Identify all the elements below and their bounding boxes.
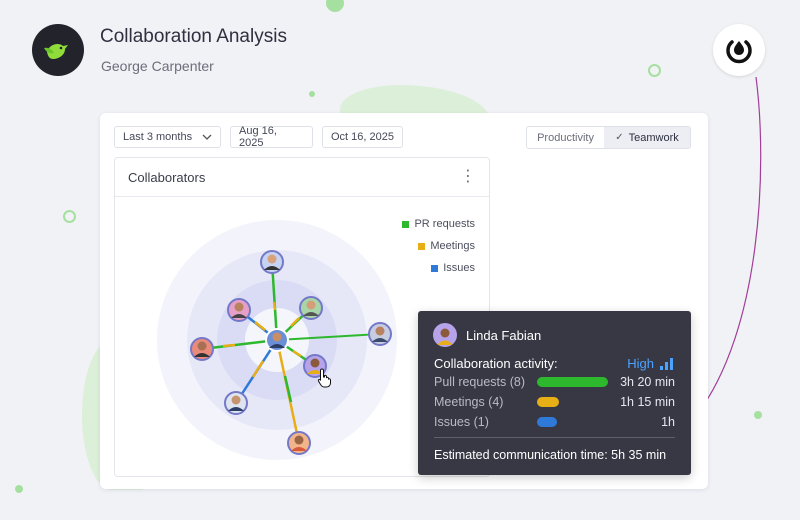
avatar-lower-left — [224, 391, 248, 415]
activity-heading: Collaboration activity: — [434, 356, 558, 371]
tab-teamwork-label: Teamwork — [628, 131, 679, 144]
collaborator-tooltip: Linda Fabian Collaboration activity: Hig… — [418, 311, 691, 475]
app-logo — [32, 24, 84, 76]
signal-bars-icon — [660, 357, 673, 370]
activity-bar — [537, 397, 559, 407]
date-range-dropdown[interactable]: Last 3 months — [114, 126, 221, 148]
end-date-field[interactable]: Oct 16, 2025 — [322, 126, 403, 148]
tab-productivity[interactable]: Productivity — [527, 127, 604, 148]
legend-label: Meetings — [430, 240, 475, 252]
activity-label: Meetings (4) — [434, 395, 504, 409]
activity-row: Pull requests (8) 3h 20 min — [434, 375, 675, 391]
drop-ring-icon — [726, 40, 752, 64]
check-icon: ✓ — [615, 132, 624, 143]
legend-swatch — [418, 242, 426, 250]
decor-dot — [15, 485, 23, 493]
avatar-bottom — [287, 431, 311, 455]
activity-value: 3h 20 min — [620, 375, 675, 389]
activity-level-label: High — [627, 356, 654, 371]
view-toggle: Productivity ✓ Teamwork — [526, 126, 691, 149]
decor-dot — [326, 0, 344, 12]
graph-legend: PR requests Meetings Issues — [402, 213, 475, 279]
activity-bar — [537, 417, 557, 427]
avatar-upper-right — [299, 296, 323, 320]
decor-dot — [754, 411, 762, 419]
legend-label: Issues — [443, 262, 475, 274]
page-title: Collaboration Analysis — [100, 26, 287, 47]
avatar-center — [265, 328, 289, 352]
date-range-value: Last 3 months — [123, 131, 193, 143]
activity-label: Pull requests (8) — [434, 375, 526, 389]
chevron-down-icon — [202, 134, 212, 140]
end-date-value: Oct 16, 2025 — [331, 131, 394, 143]
avatar-right — [368, 322, 392, 346]
avatar-top — [260, 250, 284, 274]
activity-row: Issues (1) 1h — [434, 415, 675, 431]
decor-ring — [648, 64, 661, 77]
estimated-time: Estimated communication time: 5h 35 min — [434, 448, 667, 462]
edge-top-meet — [272, 301, 277, 311]
collaborator-name: Linda Fabian — [466, 328, 542, 343]
user-name: George Carpenter — [101, 58, 214, 74]
legend-swatch — [431, 264, 439, 272]
avatar-upper-left — [227, 298, 251, 322]
bird-icon — [44, 44, 68, 59]
activity-row: Meetings (4) 1h 15 min — [434, 395, 675, 411]
tab-teamwork[interactable]: ✓ Teamwork — [604, 127, 690, 148]
activity-value: 1h 15 min — [620, 395, 675, 409]
activity-bar — [537, 377, 608, 387]
legend-item-meetings: Meetings — [402, 235, 475, 257]
legend-item-pr: PR requests — [402, 213, 475, 235]
start-date-field[interactable]: Aug 16, 2025 — [230, 125, 313, 149]
hand-cursor-icon — [317, 368, 331, 388]
decor-dot — [309, 91, 315, 97]
legend-item-issues: Issues — [402, 257, 475, 279]
legend-swatch — [402, 220, 410, 228]
activity-value: 1h — [661, 415, 675, 429]
start-date-value: Aug 16, 2025 — [239, 125, 277, 149]
activity-level: High — [627, 356, 674, 371]
divider — [434, 437, 675, 438]
edge-left-meet — [222, 343, 236, 348]
avatar-left — [190, 337, 214, 361]
tab-productivity-label: Productivity — [537, 131, 594, 144]
legend-label: PR requests — [414, 218, 475, 230]
activity-label: Issues (1) — [434, 415, 489, 429]
decor-ring — [63, 210, 76, 223]
avatar — [433, 323, 457, 347]
brand-logo[interactable] — [713, 24, 765, 76]
